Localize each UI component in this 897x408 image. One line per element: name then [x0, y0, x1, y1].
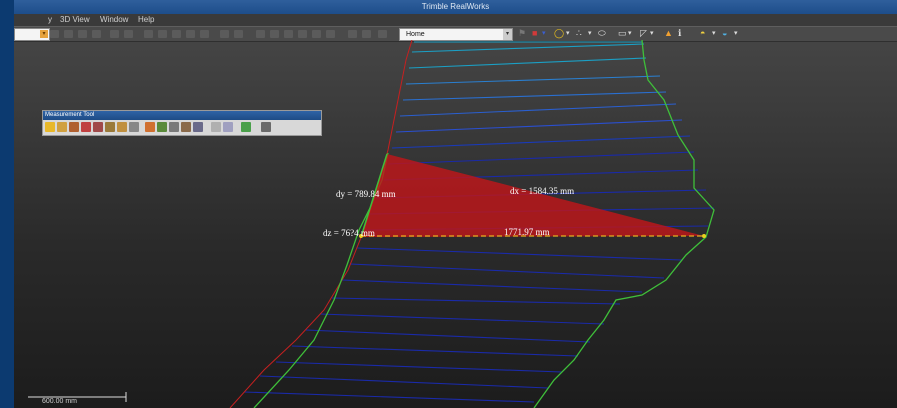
image-icon[interactable]: ◓ — [700, 28, 705, 39]
point-cloud-scene[interactable]: dy = 789.84 mm dx = 1584.35 mm dz = 76?4… — [14, 39, 897, 408]
point-cloud-icon[interactable]: ∴ — [576, 28, 582, 39]
hatch-line — [349, 263, 665, 279]
view-combo-value: Home — [406, 31, 425, 38]
measure-report-icon[interactable] — [241, 122, 251, 132]
measure-point-end[interactable] — [702, 234, 706, 238]
menu-view[interactable]: y — [48, 15, 52, 24]
toolbar-segment-icon[interactable] — [144, 30, 153, 38]
eraser-icon[interactable]: ◸ — [640, 28, 647, 39]
light-bulb-icon[interactable]: ◯ — [554, 28, 564, 39]
dy-label: dy = 789.84 mm — [336, 189, 396, 199]
measure-angle-icon[interactable] — [57, 122, 67, 132]
measure-distance-icon[interactable] — [45, 122, 55, 132]
chevron-down-icon[interactable]: ▾ — [542, 28, 546, 39]
toolbar-cube-icon[interactable] — [312, 30, 321, 38]
toolbar-fence-icon[interactable] — [124, 30, 133, 38]
toolbar-redo-icon[interactable] — [92, 30, 101, 38]
toolbar-select-icon[interactable] — [110, 30, 119, 38]
window-icon[interactable]: ▭ — [618, 28, 627, 39]
shape-icon[interactable]: ⬭ — [598, 28, 606, 39]
toolbar-undo-icon[interactable] — [78, 30, 87, 38]
toolbar-open-icon[interactable] — [50, 30, 59, 38]
toolbar-lock-icon[interactable] — [362, 30, 371, 38]
measure-volume-icon[interactable] — [93, 122, 103, 132]
3d-viewport[interactable]: dy = 789.84 mm dx = 1584.35 mm dz = 76?4… — [14, 39, 897, 408]
measure-export-icon[interactable] — [223, 122, 233, 132]
measure-plane-icon[interactable] — [169, 122, 179, 132]
chevron-down-icon[interactable]: ▾ — [734, 28, 738, 39]
toolbar-zoom-icon[interactable] — [284, 30, 293, 38]
desktop-strip — [0, 0, 14, 408]
measure-xyz-icon[interactable] — [193, 122, 203, 132]
measure-height-icon[interactable] — [81, 122, 91, 132]
toolbar-save-icon[interactable] — [64, 30, 73, 38]
dx-label: dx = 1584.35 mm — [510, 186, 574, 196]
screen: Trimble RealWorks y 3D View Window Help — [0, 0, 897, 408]
hatch-line — [331, 297, 621, 305]
app-window: Trimble RealWorks y 3D View Window Help — [14, 0, 897, 408]
color-flag-icon[interactable]: ⚑ — [518, 28, 526, 39]
toolbar-layer-icon[interactable] — [200, 30, 209, 38]
hatch-line — [405, 75, 661, 85]
hatch-line — [275, 361, 563, 373]
rgb-color-icon[interactable]: ■ — [532, 28, 537, 39]
measure-point-icon[interactable] — [105, 122, 115, 132]
measure-snap-icon[interactable] — [129, 122, 139, 132]
hatch-line — [305, 329, 591, 343]
toolbar-clip-icon[interactable] — [348, 30, 357, 38]
distance-label: 1771.97 mm — [504, 227, 550, 237]
toolbar-sphere-icon[interactable] — [326, 30, 335, 38]
toolbar-back-icon[interactable] — [220, 30, 229, 38]
measure-area-icon[interactable] — [69, 122, 79, 132]
hatch-line — [341, 279, 643, 293]
hatch-line — [319, 313, 605, 325]
toolbar-rotate-icon[interactable] — [256, 30, 265, 38]
chevron-down-icon[interactable]: ▾ — [628, 28, 632, 39]
menu-window[interactable]: Window — [100, 15, 128, 24]
measurement-tool-panel: Measurement Tool — [42, 110, 322, 136]
chevron-down-icon[interactable]: ▾ — [503, 29, 512, 40]
hatch-line — [391, 135, 691, 149]
chevron-down-icon[interactable]: ▾ — [588, 28, 592, 39]
toolbar-pan-icon[interactable] — [270, 30, 279, 38]
measure-cylinder-icon[interactable] — [181, 122, 191, 132]
dz-label: dz = 76?4 mm — [323, 228, 375, 238]
chevron-down-icon[interactable]: ▾ — [40, 30, 48, 38]
hatch-line — [408, 57, 647, 69]
hatch-line — [243, 391, 535, 403]
menu-3d-view[interactable]: 3D View — [60, 15, 90, 24]
hatch-line — [399, 103, 677, 117]
measure-vertical-icon[interactable] — [145, 122, 155, 132]
menu-bar: y 3D View Window Help — [14, 14, 897, 26]
chevron-down-icon[interactable]: ▾ — [566, 28, 570, 39]
measure-3d-icon[interactable] — [117, 122, 127, 132]
hatch-line — [387, 151, 695, 165]
window-title: Trimble RealWorks — [421, 2, 490, 11]
measure-horizontal-icon[interactable] — [157, 122, 167, 132]
menu-help[interactable]: Help — [138, 15, 154, 24]
toolbar-hide-icon[interactable] — [378, 30, 387, 38]
info-icon[interactable]: ℹ — [678, 28, 681, 39]
toolbar-grid-icon[interactable] — [172, 30, 181, 38]
hatch-line — [411, 43, 645, 53]
chevron-down-icon[interactable]: ▾ — [650, 28, 654, 39]
measurement-tool-title: Measurement Tool — [43, 111, 321, 120]
toolbar-forward-icon[interactable] — [234, 30, 243, 38]
toolbar-zoom-extents-icon[interactable] — [298, 30, 307, 38]
toolbar-table-icon[interactable] — [186, 30, 195, 38]
hatch-line — [291, 345, 579, 357]
hatch-line — [259, 375, 549, 389]
warning-icon[interactable]: ▲ — [664, 28, 673, 39]
scale-bar-label: 600.00 mm — [42, 398, 78, 405]
title-bar: Trimble RealWorks — [14, 0, 897, 14]
chevron-down-icon[interactable]: ▾ — [712, 28, 716, 39]
hatch-line — [356, 247, 683, 261]
toolbar-mesh-icon[interactable] — [158, 30, 167, 38]
measure-options-icon[interactable] — [211, 122, 221, 132]
hatch-line — [402, 91, 667, 101]
hatch-line — [395, 119, 683, 133]
measure-close-icon[interactable] — [261, 122, 271, 132]
camera-icon[interactable]: ◒ — [722, 28, 727, 39]
